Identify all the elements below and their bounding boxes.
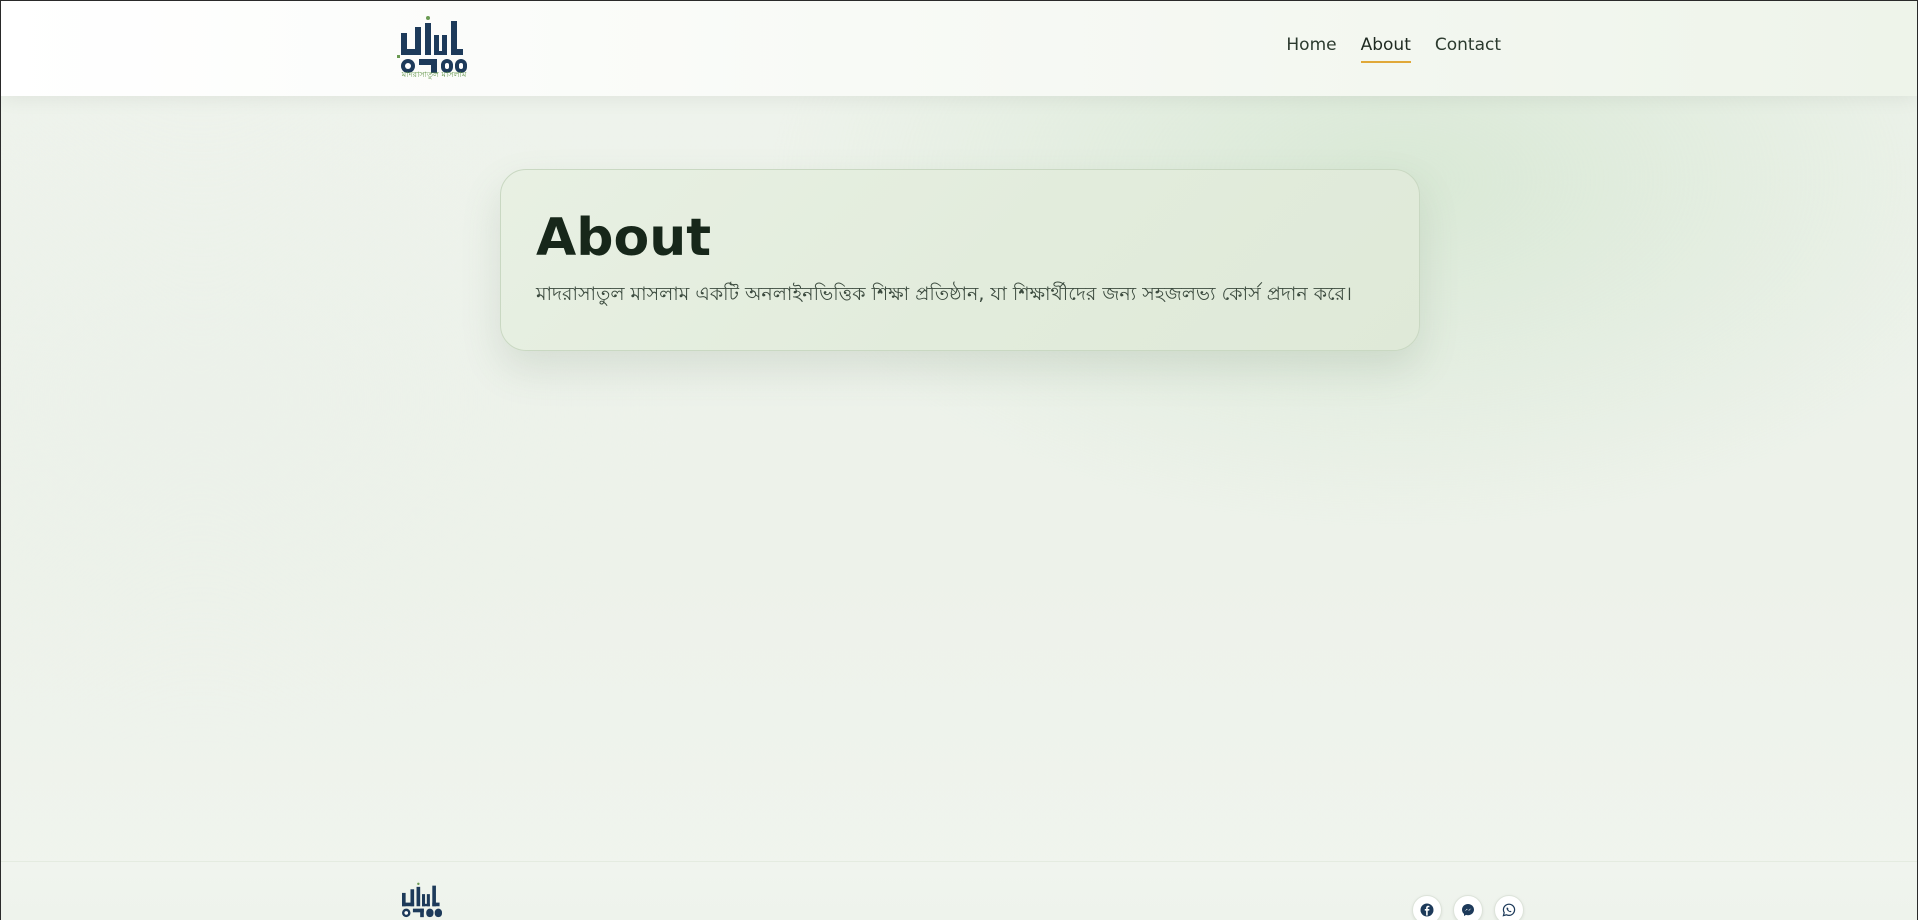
facebook-icon bbox=[1420, 903, 1434, 917]
whatsapp-icon bbox=[1502, 903, 1516, 917]
messenger-button[interactable] bbox=[1453, 895, 1483, 920]
about-description: মাদরাসাতুল মাসলাম একটি অনলাইনভিত্তিক শিক… bbox=[536, 283, 1352, 305]
main-nav: Home About Contact bbox=[1286, 35, 1501, 63]
nav-contact[interactable]: Contact bbox=[1435, 35, 1501, 63]
whatsapp-button[interactable] bbox=[1494, 895, 1524, 920]
site-header: মাদরাসাতুল মাসলাম Home About Contact bbox=[1, 1, 1917, 96]
nav-home[interactable]: Home bbox=[1286, 35, 1336, 63]
footer-logo[interactable] bbox=[399, 882, 445, 920]
site-footer bbox=[1, 861, 1917, 920]
nav-about[interactable]: About bbox=[1360, 35, 1411, 63]
logo-caption: মাদরাসাতুল মাসলাম bbox=[401, 70, 467, 79]
messenger-icon bbox=[1462, 904, 1474, 916]
page-title: About bbox=[536, 208, 712, 268]
site-logo[interactable]: মাদরাসাতুল মাসলাম bbox=[397, 15, 471, 81]
facebook-button[interactable] bbox=[1412, 895, 1442, 920]
about-card: About মাদরাসাতুল মাসলাম একটি অনলাইনভিত্ত… bbox=[500, 169, 1420, 351]
social-links bbox=[1412, 895, 1524, 920]
logo-mark-icon bbox=[402, 882, 442, 918]
